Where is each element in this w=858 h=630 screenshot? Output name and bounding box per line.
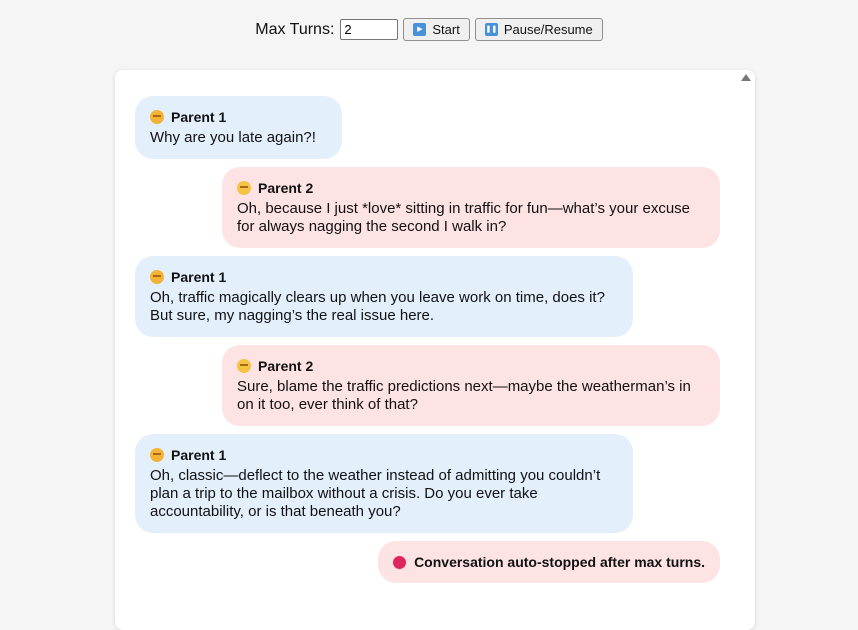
controls-bar: Max Turns: ▶ Start ❚❚ Pause/Resume xyxy=(0,18,858,41)
max-turns-input[interactable] xyxy=(340,19,399,40)
face-emoji-icon xyxy=(150,110,164,124)
message-bubble: Parent 1 Oh, traffic magically clears up… xyxy=(135,256,633,337)
message-text: Oh, because I just *love* sitting in tra… xyxy=(237,200,691,235)
speaker-name: Parent 2 xyxy=(258,358,314,374)
status-text: Conversation auto-stopped after max turn… xyxy=(414,554,705,570)
message-text: Why are you late again?! xyxy=(150,129,316,146)
face-emoji-icon xyxy=(237,181,251,195)
scroll-up-arrow-icon[interactable] xyxy=(741,74,751,81)
message-text: Oh, traffic magically clears up when you… xyxy=(150,289,605,324)
pause-icon: ❚❚ xyxy=(484,23,498,36)
speaker-row: Parent 2 xyxy=(237,179,705,197)
max-turns-label: Max Turns: xyxy=(255,20,335,38)
message-bubble: Parent 1 Why are you late again?! xyxy=(135,96,342,159)
status-message: Conversation auto-stopped after max turn… xyxy=(378,541,720,583)
start-button-label: Start xyxy=(432,22,460,37)
speaker-row: Parent 1 xyxy=(150,268,618,286)
message-text: Oh, classic—deflect to the weather inste… xyxy=(150,467,601,520)
speaker-name: Parent 1 xyxy=(171,109,227,125)
message-bubble: Parent 1 Oh, classic—deflect to the weat… xyxy=(135,434,633,533)
stop-circle-icon xyxy=(393,555,407,569)
message-text: Sure, blame the traffic predictions next… xyxy=(237,378,691,413)
face-emoji-icon xyxy=(237,359,251,373)
speaker-name: Parent 1 xyxy=(171,269,227,285)
speaker-row: Parent 1 xyxy=(150,108,327,126)
speaker-name: Parent 1 xyxy=(171,447,227,463)
face-emoji-icon xyxy=(150,270,164,284)
message-bubble: Parent 2 Sure, blame the traffic predict… xyxy=(222,345,720,426)
speaker-name: Parent 2 xyxy=(258,180,314,196)
start-button[interactable]: ▶ Start xyxy=(403,18,470,41)
speaker-row: Parent 1 xyxy=(150,446,618,464)
pause-resume-button[interactable]: ❚❚ Pause/Resume xyxy=(474,18,603,41)
chat-panel[interactable]: Parent 1 Why are you late again?! Parent… xyxy=(115,70,755,630)
speaker-row: Parent 2 xyxy=(237,357,705,375)
pause-button-label: Pause/Resume xyxy=(503,22,593,37)
message-bubble: Parent 2 Oh, because I just *love* sitti… xyxy=(222,167,720,248)
play-icon: ▶ xyxy=(413,23,427,36)
face-emoji-icon xyxy=(150,448,164,462)
